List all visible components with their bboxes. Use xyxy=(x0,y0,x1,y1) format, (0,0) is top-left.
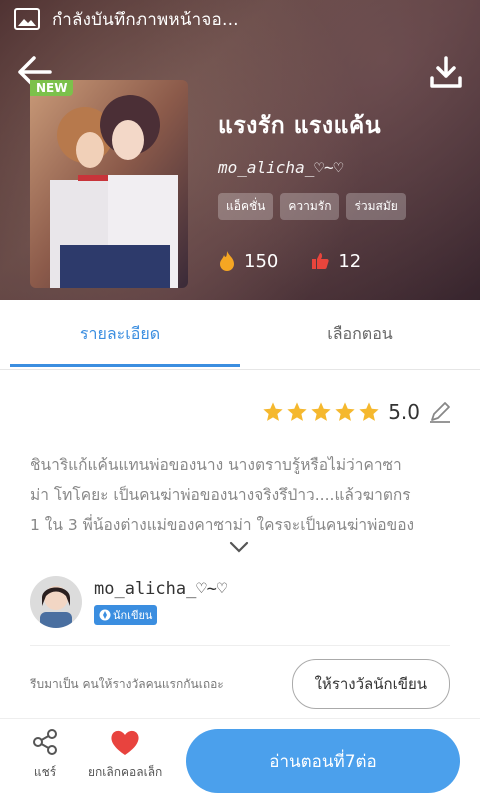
reward-button[interactable]: ให้รางวัลนักเขียน xyxy=(291,659,450,709)
rating: 5.0 xyxy=(262,400,452,424)
favorite-button[interactable]: ยกเลิกคอลเล็ก xyxy=(88,727,162,782)
star-icon xyxy=(359,402,379,421)
reward-row: รีบมาเป็น คนให้รางวัลคนแรกกันเถอะ ให้ราง… xyxy=(30,659,450,709)
download-icon[interactable] xyxy=(426,52,466,92)
synopsis-line: ชินาริแก้แค้นแทนพ่อของนาง นางตราบรู้หรือ… xyxy=(30,456,402,474)
edit-icon[interactable] xyxy=(428,400,452,424)
likes-stat: 12 xyxy=(310,251,361,272)
chevron-down-icon[interactable] xyxy=(228,540,250,554)
cover-image xyxy=(30,80,188,288)
story-title: แรงรัก แรงแค้น xyxy=(218,113,382,139)
rating-score: 5.0 xyxy=(388,400,420,424)
share-icon xyxy=(33,729,57,755)
writer-badge: นักเขียน xyxy=(94,605,158,625)
synopsis: ชินาริแก้แค้นแทนพ่อของนาง นางตราบรู้หรือ… xyxy=(30,450,450,540)
star-icon xyxy=(287,402,307,421)
tag[interactable]: แอ็คชั่น xyxy=(218,193,274,220)
image-icon xyxy=(14,8,40,30)
heart-icon xyxy=(111,730,139,755)
star-icon xyxy=(335,402,355,421)
story-author[interactable]: mo_alicha_♡~♡ xyxy=(218,158,406,177)
story-info: แรงรัก แรงแค้น mo_alicha_♡~♡ แอ็คชั่น คว… xyxy=(218,108,406,272)
author-card[interactable]: mo_alicha_♡~♡ นักเขียน xyxy=(30,576,227,628)
author-name: mo_alicha_♡~♡ xyxy=(94,579,228,599)
likes-count: 12 xyxy=(338,250,362,272)
tab-details[interactable]: รายละเอียด xyxy=(0,300,240,369)
star-rating xyxy=(262,401,380,423)
tag-list: แอ็คชั่น ความรัก ร่วมสมัย xyxy=(218,193,406,220)
divider xyxy=(30,645,450,646)
status-bar: กำลังบันทึกภาพหน้าจอ... xyxy=(0,0,480,38)
synopsis-line: 1 ใน 3 พี่น้องต่างแม่ของคาซาม่า ใครจะเป็… xyxy=(30,516,415,534)
pen-icon xyxy=(99,609,111,621)
story-stats: 150 12 xyxy=(218,250,406,272)
share-button[interactable]: แชร์ xyxy=(30,727,60,782)
tab-bar: รายละเอียด เลือกตอน xyxy=(0,300,480,370)
thumbs-up-icon xyxy=(312,253,329,269)
star-icon xyxy=(311,402,331,421)
read-next-button[interactable]: อ่านตอนที่7ต่อ xyxy=(186,729,460,793)
views-stat: 150 xyxy=(218,250,278,272)
synopsis-line: ม่า โทโคยะ เป็นคนฆ่าพ่อของนางจริงรึป่าว.… xyxy=(30,486,411,504)
tag[interactable]: ความรัก xyxy=(280,193,340,220)
favorite-label: ยกเลิกคอลเล็ก xyxy=(88,765,163,779)
share-label: แชร์ xyxy=(33,765,57,779)
new-badge: NEW xyxy=(30,80,74,96)
writer-badge-label: นักเขียน xyxy=(113,609,153,622)
tab-chapters[interactable]: เลือกตอน xyxy=(240,300,480,369)
tag[interactable]: ร่วมสมัย xyxy=(346,193,406,220)
status-text: กำลังบันทึกภาพหน้าจอ... xyxy=(52,9,239,30)
reward-hint: รีบมาเป็น คนให้รางวัลคนแรกกันเถอะ xyxy=(30,676,224,691)
views-count: 150 xyxy=(244,250,279,272)
flame-icon xyxy=(220,251,234,271)
bottom-bar: แชร์ ยกเลิกคอลเล็ก อ่านตอนที่7ต่อ xyxy=(0,718,480,800)
star-icon xyxy=(263,402,283,421)
avatar[interactable] xyxy=(30,576,82,628)
